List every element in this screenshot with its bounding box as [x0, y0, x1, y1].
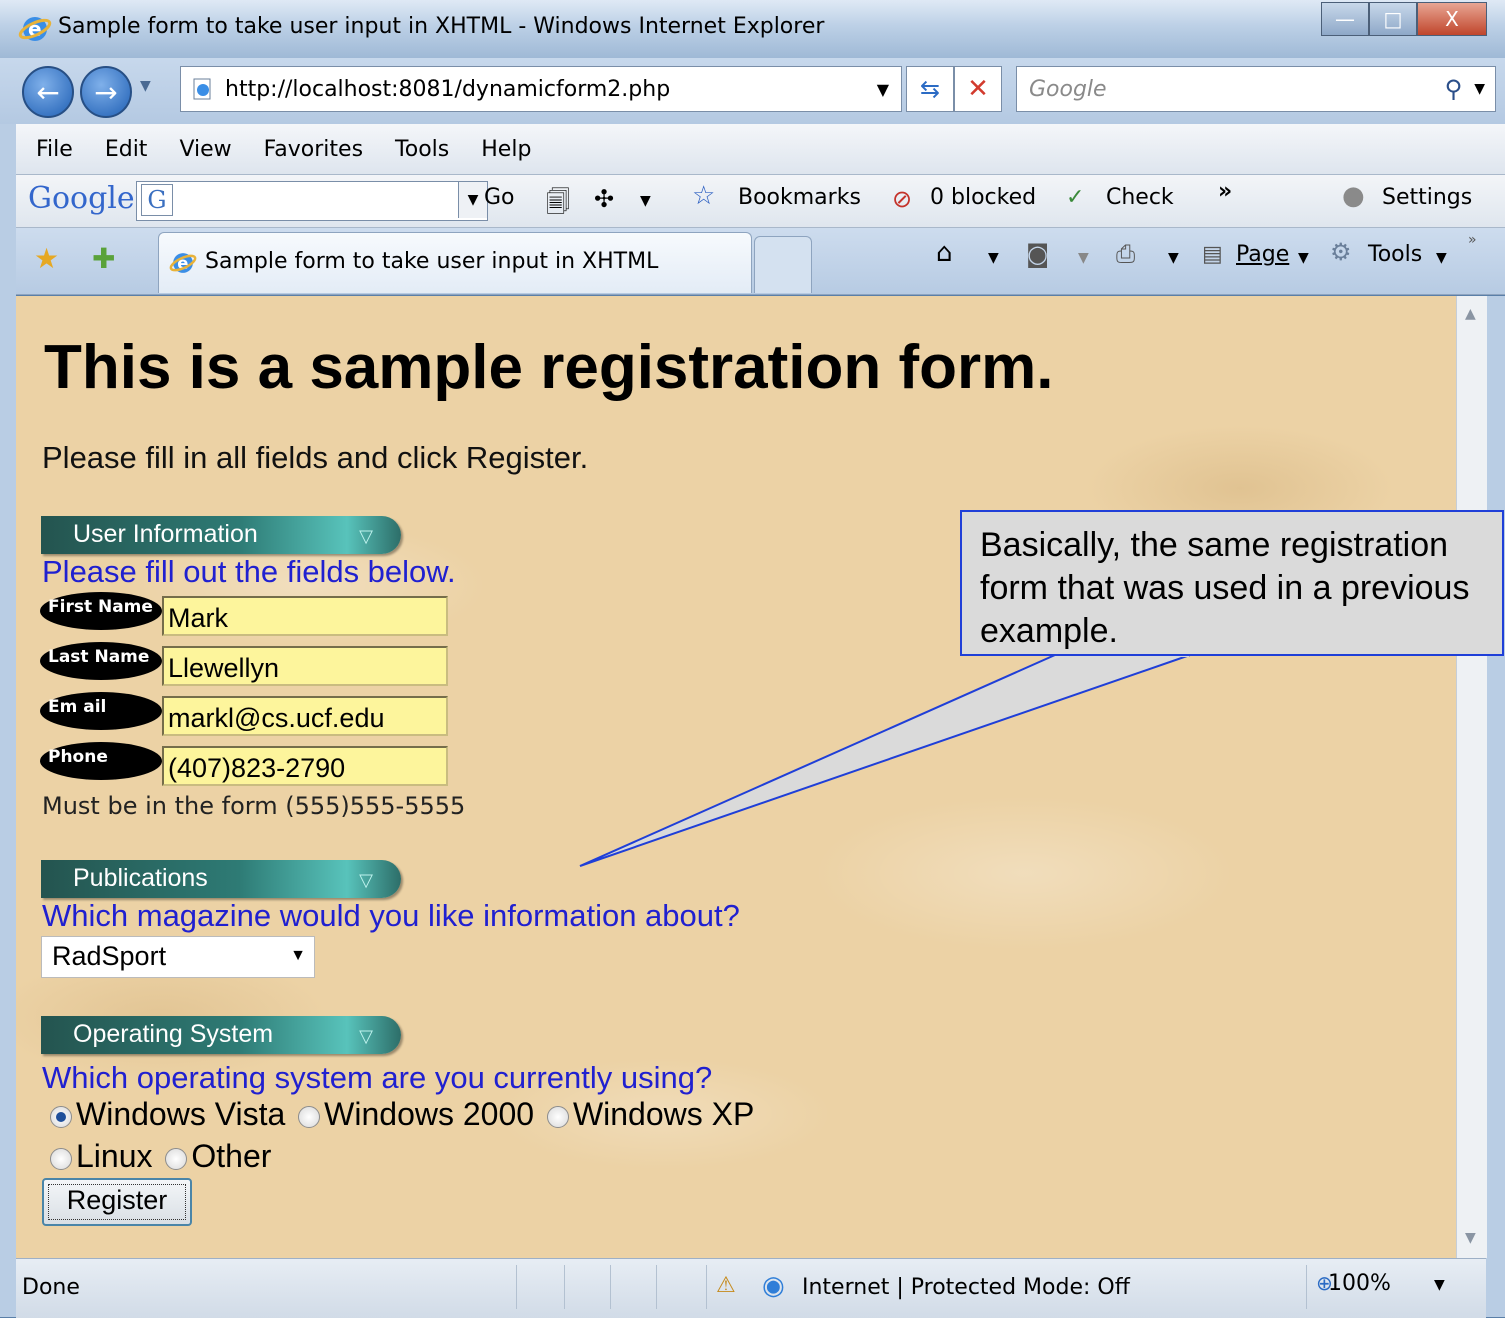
- annotation-callout: Basically, the same registration form th…: [960, 510, 1504, 656]
- status-divider: [706, 1265, 707, 1309]
- status-divider: [656, 1265, 657, 1309]
- security-zone[interactable]: Internet | Protected Mode: Off: [802, 1275, 1130, 1300]
- status-divider: [564, 1265, 565, 1309]
- security-warning-icon[interactable]: ⚠: [716, 1273, 736, 1298]
- browser-window: e Sample form to take user input in XHTM…: [0, 0, 1505, 1318]
- status-divider: [516, 1265, 517, 1309]
- callout-pointer: [579, 653, 1191, 867]
- status-divider: [610, 1265, 611, 1309]
- status-divider: [1306, 1265, 1307, 1309]
- status-text: Done: [22, 1275, 80, 1300]
- zoom-level[interactable]: 100%: [1328, 1271, 1391, 1296]
- globe-icon: ◉: [762, 1271, 785, 1301]
- zoom-dropdown-icon[interactable]: ▼: [1434, 1277, 1445, 1293]
- status-bar: Done ⚠ ◉ Internet | Protected Mode: Off …: [16, 1258, 1486, 1318]
